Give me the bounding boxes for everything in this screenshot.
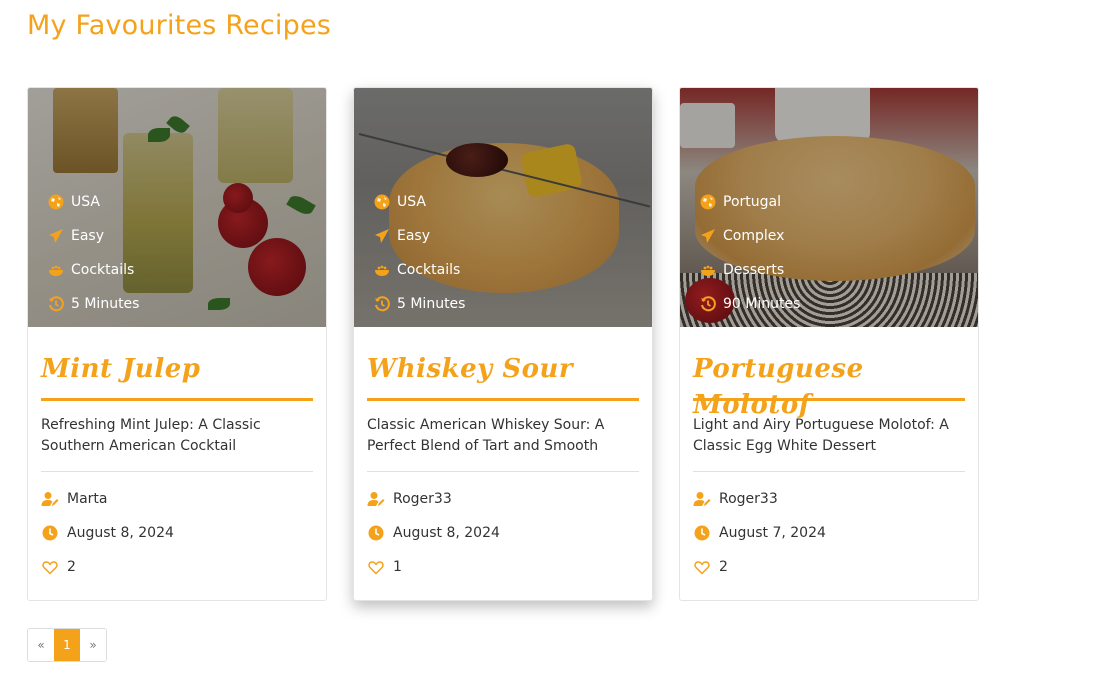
recipe-info: Roger33 August 7, 2024 2 (693, 482, 965, 584)
meta-category: Desserts (700, 253, 800, 287)
recipe-likes: 1 (367, 550, 639, 584)
recipe-info: Marta August 8, 2024 2 (41, 482, 313, 584)
page-title: My Favourites Recipes (27, 10, 332, 41)
recipe-image[interactable]: USA Easy Cocktails 5 Minutes (28, 88, 326, 327)
globe-icon (700, 194, 716, 210)
bowl-icon (374, 262, 390, 278)
divider (693, 471, 965, 472)
clock-history-icon (48, 296, 64, 312)
heart-icon[interactable] (367, 559, 385, 575)
heart-icon[interactable] (41, 559, 59, 575)
recipe-cards: USA Easy Cocktails 5 Minutes Mint Julep … (27, 87, 987, 601)
meta-country: Portugal (700, 185, 800, 219)
clock-icon (693, 525, 711, 541)
recipe-meta: USA Easy Cocktails 5 Minutes (48, 185, 139, 321)
title-divider (367, 398, 639, 401)
meta-time: 90 Minutes (700, 287, 800, 321)
recipe-title[interactable]: Whiskey Sour (367, 351, 639, 387)
paper-plane-icon (700, 228, 716, 244)
recipe-description: Classic American Whiskey Sour: A Perfect… (367, 417, 605, 454)
globe-icon (374, 194, 390, 210)
recipe-card[interactable]: USA Easy Cocktails (27, 87, 327, 601)
paper-plane-icon (48, 228, 64, 244)
divider (41, 471, 313, 472)
recipe-likes: 2 (41, 550, 313, 584)
recipe-description: Refreshing Mint Julep: A Classic Souther… (41, 417, 261, 454)
paper-plane-icon (374, 228, 390, 244)
title-divider (41, 398, 313, 401)
clock-history-icon (374, 296, 390, 312)
divider (367, 471, 639, 472)
meta-difficulty: Easy (48, 219, 139, 253)
clock-history-icon (700, 296, 716, 312)
recipe-date: August 7, 2024 (693, 516, 965, 550)
recipe-card[interactable]: Portugal Complex Desserts 90 Minutes Por… (679, 87, 979, 601)
recipe-image[interactable]: USA Easy Cocktails 5 Minutes (354, 88, 652, 327)
meta-category: Cocktails (374, 253, 465, 287)
clock-icon (367, 525, 385, 541)
recipe-author: Roger33 (367, 482, 639, 516)
recipe-date: August 8, 2024 (367, 516, 639, 550)
recipe-meta: USA Easy Cocktails 5 Minutes (374, 185, 465, 321)
meta-category: Cocktails (48, 253, 139, 287)
meta-country: USA (374, 185, 465, 219)
recipe-description: Light and Airy Portuguese Molotof: A Cla… (693, 417, 949, 454)
recipe-author: Marta (41, 482, 313, 516)
clock-icon (41, 525, 59, 541)
user-edit-icon (41, 491, 59, 507)
heart-icon[interactable] (693, 559, 711, 575)
user-edit-icon (367, 491, 385, 507)
pagination: « 1 » (27, 628, 107, 662)
globe-icon (48, 194, 64, 210)
recipe-title[interactable]: Mint Julep (41, 351, 313, 387)
user-edit-icon (693, 491, 711, 507)
recipe-card[interactable]: USA Easy Cocktails (353, 87, 653, 601)
meta-difficulty: Easy (374, 219, 465, 253)
meta-difficulty: Complex (700, 219, 800, 253)
meta-country: USA (48, 185, 139, 219)
pagination-prev[interactable]: « (28, 629, 54, 661)
pagination-next[interactable]: » (80, 629, 106, 661)
meta-time: 5 Minutes (48, 287, 139, 321)
bowl-icon (48, 262, 64, 278)
pagination-page-current[interactable]: 1 (54, 629, 80, 661)
recipe-meta: Portugal Complex Desserts 90 Minutes (700, 185, 800, 321)
recipe-author: Roger33 (693, 482, 965, 516)
recipe-image[interactable]: Portugal Complex Desserts 90 Minutes (680, 88, 978, 327)
meta-time: 5 Minutes (374, 287, 465, 321)
bowl-icon (700, 262, 716, 278)
recipe-likes: 2 (693, 550, 965, 584)
recipe-date: August 8, 2024 (41, 516, 313, 550)
recipe-title[interactable]: Portuguese Molotof (693, 351, 965, 420)
recipe-info: Roger33 August 8, 2024 1 (367, 482, 639, 584)
